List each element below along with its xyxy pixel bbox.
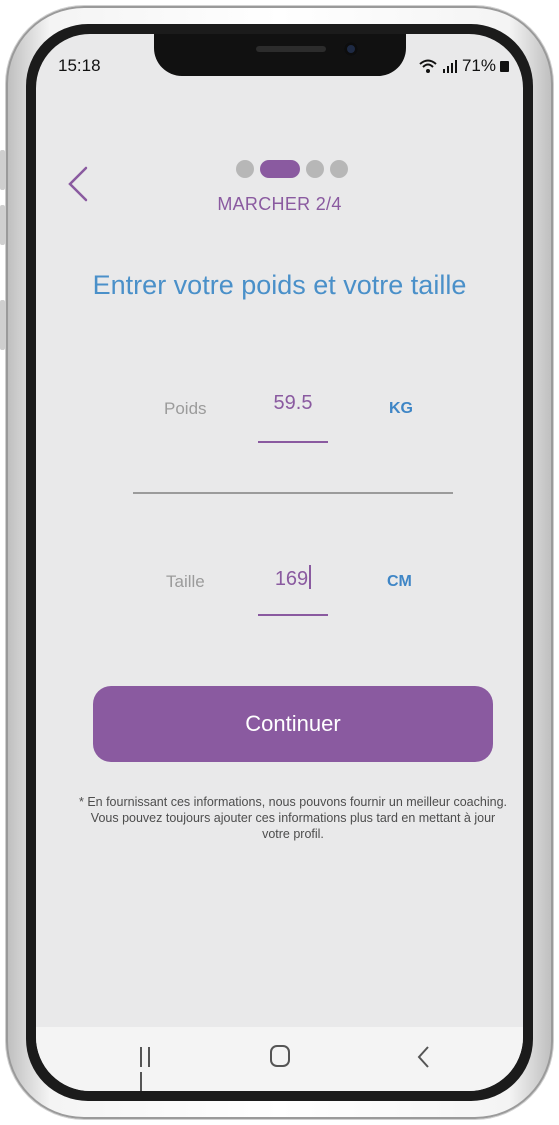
progress-dot <box>306 160 324 178</box>
back-icon[interactable] <box>416 1045 432 1069</box>
screen: 15:18 71% MARCHER 2/4 Entrer votre poids… <box>36 34 523 1091</box>
weight-unit: KG <box>389 400 413 417</box>
recent-apps-icon[interactable] <box>140 1047 162 1091</box>
battery-percent: 71% <box>461 56 496 75</box>
notch <box>154 34 406 76</box>
home-icon[interactable] <box>270 1045 290 1067</box>
step-label: MARCHER 2/4 <box>217 194 342 214</box>
divider <box>133 492 453 494</box>
phone-bezel: 15:18 71% MARCHER 2/4 Entrer votre poids… <box>26 24 533 1101</box>
text-caret <box>309 565 312 589</box>
progress-dot-active <box>260 160 300 178</box>
height-label: Taille <box>166 572 205 591</box>
progress-dots <box>236 160 348 178</box>
battery-icon <box>500 60 509 72</box>
status-icons: 71% <box>418 56 509 76</box>
continue-button[interactable]: Continuer <box>93 686 493 762</box>
progress-dot <box>236 160 254 178</box>
weight-label: Poids <box>164 399 207 418</box>
info-note: * En fournissant ces informations, nous … <box>78 795 507 841</box>
phone-mockup: 15:18 71% MARCHER 2/4 Entrer votre poids… <box>0 0 559 1125</box>
status-time: 15:18 <box>58 56 101 75</box>
progress-dot <box>330 160 348 178</box>
height-input[interactable]: 169 <box>258 565 328 591</box>
navigation-bar <box>36 1027 523 1091</box>
weight-underline <box>258 441 328 443</box>
volume-down-button <box>0 205 5 245</box>
height-underline <box>258 614 328 616</box>
weight-input[interactable]: 59.5 <box>258 392 328 415</box>
camera-icon <box>344 42 358 56</box>
signal-icon <box>442 60 457 73</box>
side-button <box>0 300 5 350</box>
wifi-icon <box>419 59 437 73</box>
speaker-grille <box>256 46 326 52</box>
phone-body: 15:18 71% MARCHER 2/4 Entrer votre poids… <box>6 6 553 1119</box>
page-title: Entrer votre poids et votre taille <box>92 270 467 300</box>
height-value: 169 <box>274 568 309 590</box>
volume-up-button <box>0 150 5 190</box>
height-unit: CM <box>387 573 412 590</box>
